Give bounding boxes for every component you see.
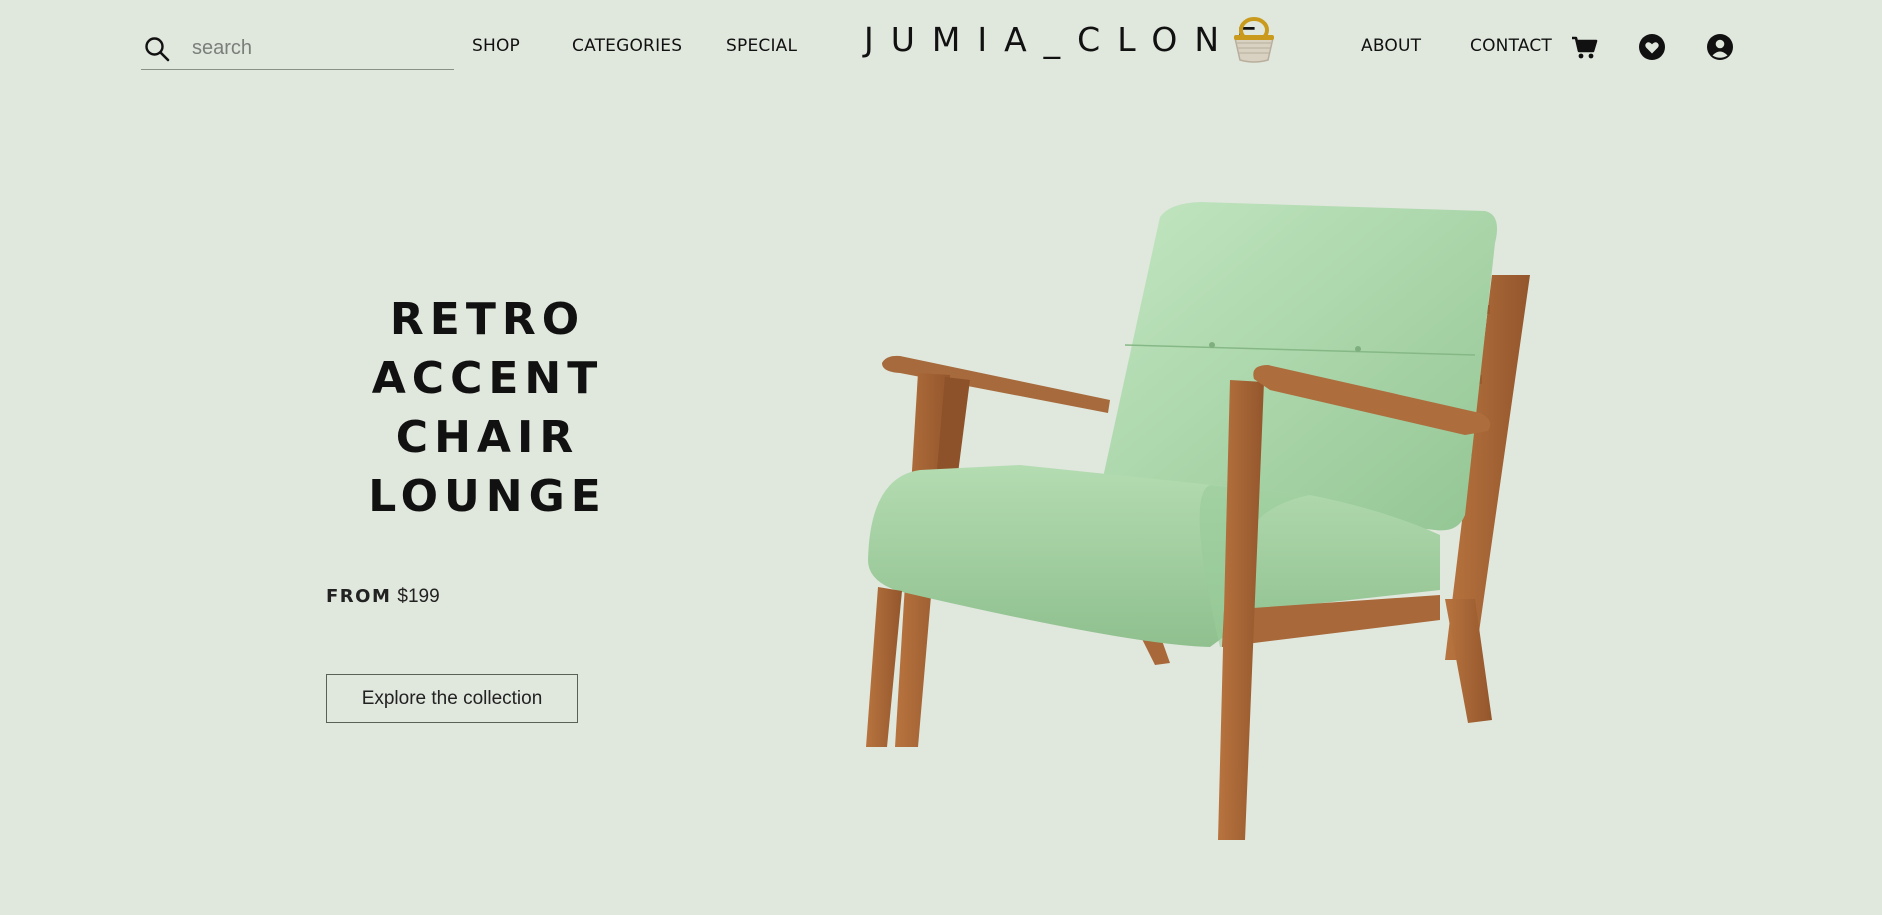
price-label: FROM [326, 586, 392, 607]
hero-title-line: LOUNGE [368, 471, 607, 522]
nav-shop[interactable]: SHOP [472, 36, 520, 56]
explore-collection-button[interactable]: Explore the collection [326, 674, 578, 723]
basket-logo-icon [1230, 12, 1280, 64]
nav-categories[interactable]: CATEGORIES [572, 36, 682, 56]
search-bar [141, 28, 454, 70]
nav-about[interactable]: ABOUT [1361, 36, 1421, 56]
page: SHOP CATEGORIES SPECIAL JUMIA_CLONE ABOU… [0, 0, 1882, 915]
hero-title-line: CHAIR [395, 412, 580, 463]
heart-icon[interactable] [1638, 33, 1666, 61]
search-icon[interactable] [144, 35, 172, 63]
price-row: FROM $199 [326, 586, 440, 608]
hero-title: RETRO ACCENT CHAIR LOUNGE [330, 290, 645, 526]
site-logo[interactable]: JUMIA_CLONE [864, 20, 1274, 59]
user-circle-icon[interactable] [1706, 33, 1734, 61]
hero-title-line: RETRO [389, 294, 586, 345]
cart-icon[interactable] [1570, 33, 1598, 61]
hero-title-line: ACCENT [371, 353, 604, 404]
search-input[interactable] [192, 37, 432, 60]
nav-contact[interactable]: CONTACT [1470, 36, 1552, 56]
nav-special[interactable]: SPECIAL [726, 36, 797, 56]
price-value: $199 [397, 586, 440, 607]
site-header: SHOP CATEGORIES SPECIAL JUMIA_CLONE ABOU… [0, 0, 1882, 95]
chair-image [866, 202, 1530, 840]
